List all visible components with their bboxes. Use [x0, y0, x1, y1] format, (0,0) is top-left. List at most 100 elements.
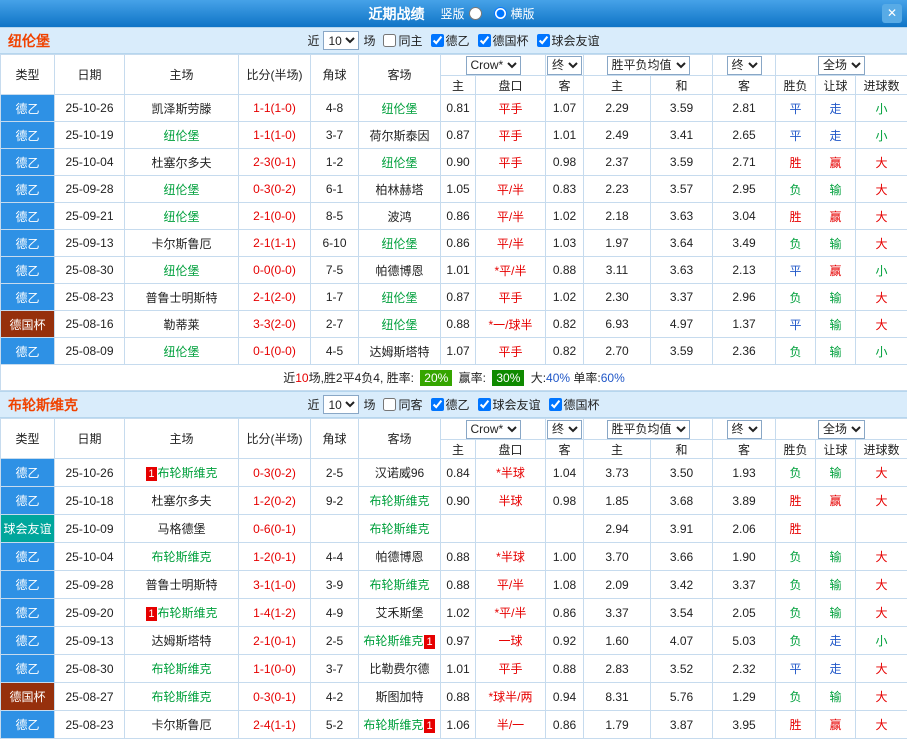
avg-draw: 3.57 — [650, 175, 713, 203]
scope-select[interactable]: 全场 — [818, 55, 865, 75]
match-score: 2-3(0-1) — [238, 148, 311, 176]
away-team: 纽伦堡 — [358, 229, 441, 257]
odds-home: 1.07 — [440, 337, 476, 365]
layout-vertical-label: 竖版 — [440, 7, 465, 21]
filter-near-label: 近 — [307, 34, 320, 48]
sub-header: 主 — [440, 75, 476, 95]
layout-horizontal-radio[interactable] — [493, 7, 507, 20]
result-outcome: 负 — [775, 458, 816, 487]
result-goals: 小 — [855, 626, 907, 655]
match-row: 德乙 25-08-30 布轮斯维克 1-1(0-0) 3-7 比勒费尔德 1.01 平手 0.8… — [0, 654, 907, 683]
summary-part: 场,胜2平4负4, 胜率: — [308, 371, 418, 385]
odds-company-select[interactable]: Crow* — [465, 55, 521, 75]
filter-checkbox-0[interactable]: 同主 — [383, 32, 423, 49]
filter-checkbox-input-3[interactable] — [548, 398, 562, 411]
odds-home: 0.88 — [440, 542, 476, 571]
avg-final-select[interactable]: 终 — [726, 55, 762, 75]
away-team: 纽伦堡 — [358, 310, 441, 338]
col-header-type: 类型 — [0, 54, 55, 95]
avg-away: 1.93 — [712, 458, 776, 487]
match-row: 德乙 25-09-28 纽伦堡 0-3(0-2) 6-1 柏林赫塔 1.05 平/半 0.83 2… — [0, 175, 907, 203]
filter-checkbox-input-3[interactable] — [536, 34, 550, 47]
odds-company-select-cell: Crow* — [440, 418, 546, 440]
filter-checkbox-input-1[interactable] — [430, 34, 444, 47]
scope-select[interactable]: 全场 — [818, 419, 865, 439]
filter-checkbox-2[interactable]: 德国杯 — [477, 32, 529, 49]
avg-away: 3.04 — [712, 202, 776, 230]
summary-part: 赢率: — [455, 371, 490, 385]
layout-option-vertical[interactable]: 竖版 — [440, 5, 483, 22]
away-team: 布轮斯维克 — [358, 570, 441, 599]
avg-home: 2.30 — [583, 283, 651, 311]
result-handicap: 输 — [815, 682, 856, 711]
league-badge: 德乙 — [0, 337, 55, 365]
corner-score: 4-8 — [310, 94, 359, 122]
team-label: 杜塞尔多夫 — [151, 494, 212, 508]
home-team: 1 布轮斯维克 — [124, 598, 239, 627]
avg-away: 2.36 — [712, 337, 776, 365]
team-label: 波鸿 — [387, 209, 412, 224]
odds-home: 0.81 — [440, 94, 476, 122]
filter-checkbox-input-2[interactable] — [477, 398, 491, 411]
avg-away: 1.90 — [712, 542, 776, 571]
avg-draw: 3.68 — [650, 486, 713, 515]
summary-part: 40% — [546, 371, 571, 385]
home-team: 纽伦堡 — [124, 337, 239, 365]
avg-draw: 5.76 — [650, 682, 713, 711]
match-count-select[interactable]: 10 — [323, 395, 360, 414]
filter-checkbox-3[interactable]: 球会友谊 — [536, 32, 600, 49]
match-count-select[interactable]: 10 — [323, 31, 360, 50]
avg-select[interactable]: 胜平负均值 — [606, 55, 690, 75]
avg-away: 2.65 — [712, 121, 776, 149]
odds-away: 0.82 — [545, 310, 584, 338]
odds-handicap — [475, 514, 546, 543]
avg-select-cell: 胜平负均值 — [583, 418, 713, 440]
filter-checkbox-input-2[interactable] — [477, 34, 491, 47]
sub-header: 客 — [545, 439, 584, 459]
team-label: 布轮斯维克 — [151, 662, 212, 676]
result-goals: 大 — [855, 148, 907, 176]
result-outcome: 负 — [775, 229, 816, 257]
filter-checkbox-1[interactable]: 德乙 — [430, 396, 470, 413]
match-row: 德乙 25-08-09 纽伦堡 0-1(0-0) 4-5 达姆斯塔特 1.07 平手 0.82 2… — [0, 337, 907, 365]
odds-company-select[interactable]: Crow* — [465, 419, 521, 439]
match-date: 25-10-04 — [54, 542, 125, 571]
layout-vertical-radio[interactable] — [468, 7, 482, 20]
corner-score: 3-9 — [310, 570, 359, 599]
match-score: 0-1(0-0) — [238, 337, 311, 365]
filter-checkbox-1[interactable]: 德乙 — [430, 32, 470, 49]
rank-badge: 1 — [146, 607, 157, 621]
odds-handicap: 平手 — [475, 94, 546, 122]
odds-handicap: 平/半 — [475, 570, 546, 599]
close-icon[interactable]: ✕ — [882, 4, 902, 23]
odds-final-select[interactable]: 终 — [547, 419, 582, 439]
result-goals: 大 — [855, 486, 907, 515]
result-handicap: 输 — [815, 542, 856, 571]
avg-away: 2.32 — [712, 654, 776, 683]
avg-select[interactable]: 胜平负均值 — [606, 419, 690, 439]
odds-away: 0.92 — [545, 626, 584, 655]
filter-checkbox-3[interactable]: 德国杯 — [548, 396, 600, 413]
match-date: 25-10-19 — [54, 121, 125, 149]
home-team: 布轮斯维克 — [124, 654, 239, 683]
match-row: 德乙 25-10-19 纽伦堡 1-1(1-0) 3-7 荷尔斯泰因 0.87 平手 1.01 2… — [0, 121, 907, 149]
filter-checkbox-input-0[interactable] — [383, 34, 397, 47]
home-team: 1 布轮斯维克 — [124, 458, 239, 487]
league-badge: 德乙 — [0, 283, 55, 311]
layout-option-horizontal[interactable]: 横版 — [492, 5, 535, 22]
results-table: 类型 日期 主场 比分(半场) 角球 客场 Crow* 终胜平负均值终全场主盘口客主和客胜负让… — [0, 418, 907, 739]
team-label: 布轮斯维克 — [157, 606, 218, 620]
filter-checkbox-2[interactable]: 球会友谊 — [477, 396, 541, 413]
result-handicap: 走 — [815, 626, 856, 655]
filter-checkbox-input-1[interactable] — [430, 398, 444, 411]
odds-away: 0.94 — [545, 682, 584, 711]
filter-checkbox-0[interactable]: 同客 — [383, 396, 423, 413]
avg-draw: 3.52 — [650, 654, 713, 683]
match-date: 25-09-28 — [54, 175, 125, 203]
avg-final-select[interactable]: 终 — [726, 419, 762, 439]
header-row-groups: 类型 日期 主场 比分(半场) 角球 客场 Crow* 终 胜平负均值 终 全场 — [0, 54, 907, 95]
result-outcome: 负 — [775, 626, 816, 655]
odds-final-select[interactable]: 终 — [547, 55, 582, 75]
filter-checkbox-input-0[interactable] — [383, 398, 397, 411]
odds-handicap: 平手 — [475, 148, 546, 176]
